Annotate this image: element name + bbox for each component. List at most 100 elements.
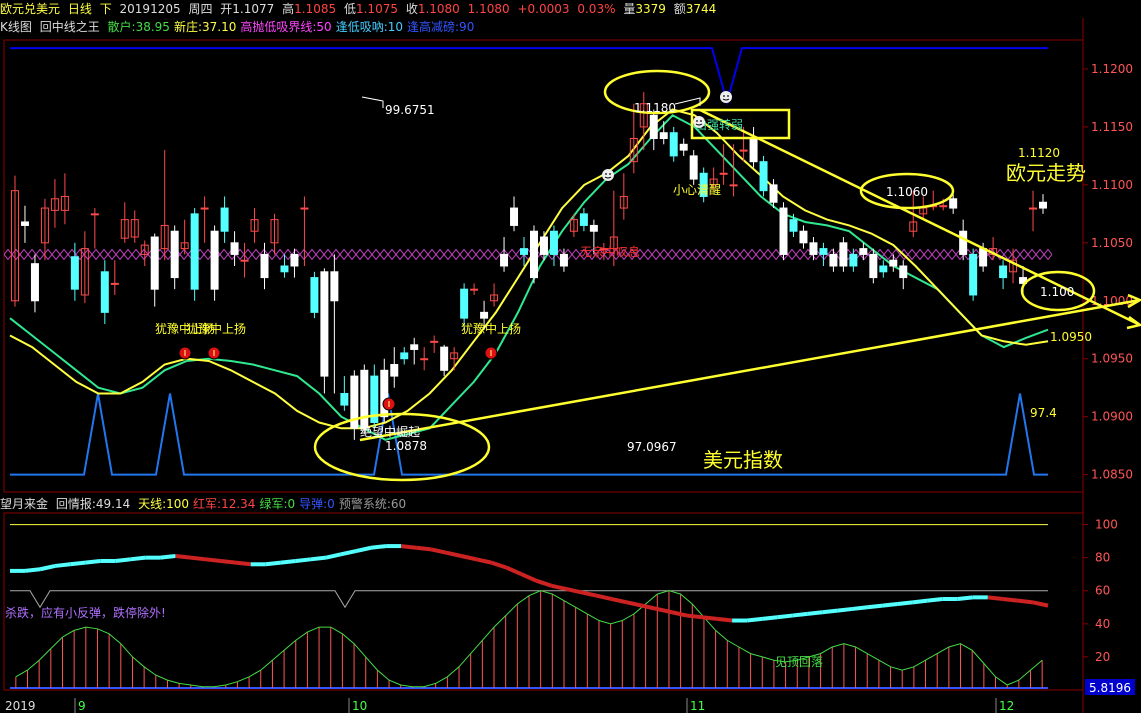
x-axis-label: 12 [999, 699, 1014, 713]
x-axis-label: 10 [352, 699, 367, 713]
lower-tick-label: 60 [1095, 584, 1110, 598]
candle-body [899, 265, 908, 279]
candle-body [1039, 201, 1048, 209]
candle-body [20, 221, 29, 226]
candle-body [520, 248, 529, 255]
intel-line-segment [415, 545, 432, 552]
candle-body [460, 288, 469, 319]
moving-averages [9, 108, 1049, 441]
annotation-top-1180: 1.1180 [634, 101, 676, 115]
chart-canvas[interactable]: 1.12001.11501.11001.10501.10001.09501.09… [0, 0, 1141, 713]
candlestick-series [10, 92, 1048, 440]
candle-body [310, 277, 319, 313]
smiley-eye [723, 95, 725, 97]
candle-body [889, 259, 898, 267]
intel-line-segment [987, 595, 1004, 602]
intel-line-segment [340, 549, 357, 557]
candle-body [979, 248, 988, 267]
chart-frame [3, 18, 1084, 713]
intel-line-segment [1002, 597, 1019, 603]
intel-line-segment [566, 587, 583, 595]
candle-body [30, 263, 39, 302]
intel-line-segment [160, 554, 176, 560]
candle-body [649, 114, 658, 140]
annotation-1060: 1.1060 [886, 185, 928, 199]
candle-body [819, 248, 828, 255]
smiley-eye [605, 173, 607, 175]
lower-tick-label: 100 [1095, 518, 1118, 532]
lower-text-right: 见顶回落 [775, 655, 823, 669]
intel-line-segment [24, 567, 41, 573]
intel-line-segment [520, 572, 538, 583]
intel-line-segment [475, 557, 492, 565]
x-axis-label: 9 [78, 699, 86, 713]
intel-line-segment [505, 565, 523, 577]
annotation-careful: 小心清醒 [673, 183, 721, 197]
candle-body [470, 288, 479, 291]
intel-line-segment [130, 555, 146, 562]
intel-line-segment [115, 557, 131, 563]
price-tick-label: 1.1050 [1091, 236, 1133, 250]
intel-line-segment [641, 603, 658, 611]
price-tick-label: 1.1100 [1091, 178, 1133, 192]
candle-body [410, 344, 419, 350]
candle-body [799, 230, 808, 244]
annotation-high-99: 99.6751 [385, 103, 435, 117]
intel-line-segment [175, 554, 191, 560]
top-navy-line [10, 47, 1048, 106]
intel-line-segment [370, 544, 387, 550]
intel-line-segment [927, 597, 943, 603]
candle-body [390, 364, 399, 377]
price-tick-label: 1.0950 [1091, 352, 1133, 366]
intel-line-segment [535, 578, 553, 588]
intel-line-segment [671, 610, 688, 618]
chart-annotations: 99.6751 97.0967 1.1180 1.1060 1.1120 1.100 1.0… [155, 91, 1092, 472]
candle-body [999, 265, 1008, 279]
yellow-moving-average [9, 108, 1049, 430]
lower-indicator-panel: 100 80 60 40 20 杀跌，应有小反弹，跌停除外! 见顶回落 5.8196 2019 9… [3, 512, 1135, 713]
intel-line-segment [430, 547, 447, 555]
main-panel-border [3, 39, 1084, 493]
candle-body [500, 253, 509, 267]
lower-tick-label: 80 [1095, 551, 1110, 565]
intel-line-segment [852, 605, 868, 611]
candle-body [769, 184, 778, 203]
lower-last-value: 5.8196 [1089, 681, 1131, 695]
intel-line-segment [205, 557, 221, 563]
candle-body [529, 230, 538, 279]
candle-body [779, 207, 788, 255]
intel-line-segment [445, 550, 462, 558]
intel-line-segment [490, 560, 508, 570]
price-tick-label: 1.0900 [1091, 410, 1133, 424]
intel-line-segment [626, 600, 643, 608]
candle-body [1029, 207, 1038, 210]
candle-body [430, 340, 439, 343]
candle-body [90, 213, 99, 216]
annotation-low-97: 97.0967 [627, 440, 677, 454]
x-axis-label: 2019 [5, 699, 36, 713]
candle-body [400, 352, 409, 360]
candle-body [360, 369, 369, 429]
candle-body [679, 143, 688, 151]
smiley-eye [700, 120, 702, 122]
annotation-hesitate-overlap: 犹豫中上扬 [186, 321, 246, 336]
candle-body [669, 132, 678, 157]
candle-body [579, 213, 588, 226]
candle-body [260, 253, 269, 279]
smiley-eye [609, 173, 611, 175]
blue-spike-line [10, 393, 1048, 476]
candle-body [789, 219, 798, 232]
price-axis: 1.12001.11501.11001.10501.10001.09501.09… [1083, 62, 1133, 482]
candle-body [729, 184, 738, 187]
intel-line-segment [54, 562, 71, 568]
annotation-bottom: 绝望中崛起 [360, 424, 420, 439]
intel-line-segment [400, 544, 417, 550]
candle-body [340, 392, 349, 406]
intel-line-segment [897, 600, 913, 606]
cross-zigzag-lower [3, 253, 1053, 261]
candle-body [969, 253, 978, 296]
intel-line-segment [190, 555, 206, 562]
candle-body [959, 230, 968, 255]
price-tick-label: 1.1150 [1091, 120, 1133, 134]
candle-body [220, 207, 229, 232]
